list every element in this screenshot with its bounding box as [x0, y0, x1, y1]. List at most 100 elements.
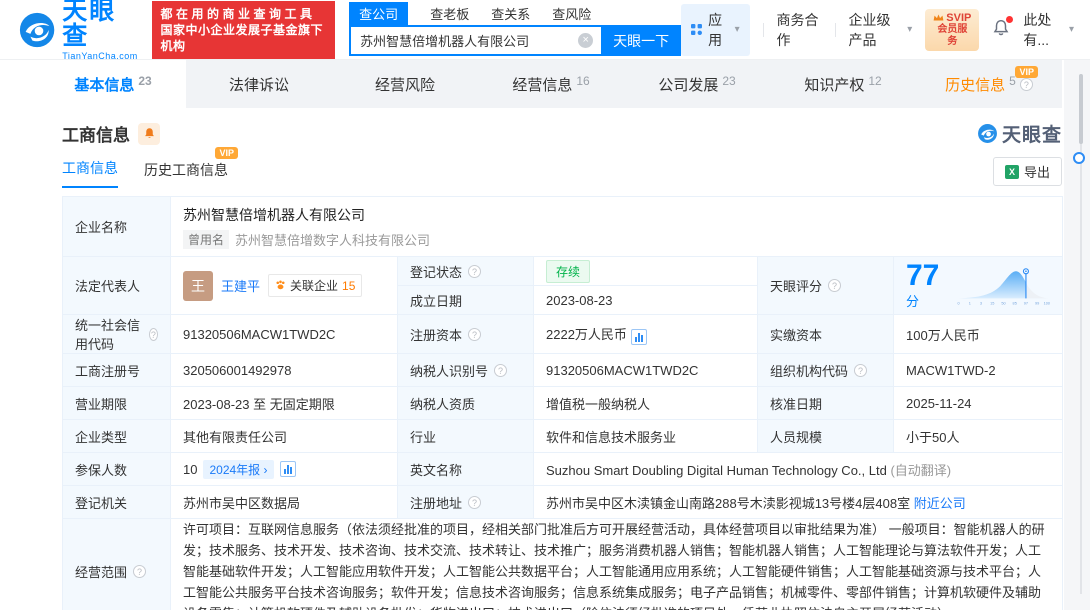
nearby-companies-link[interactable]: 附近公司: [914, 496, 966, 511]
reg-no-label: 工商注册号: [63, 354, 171, 387]
top-header: 天眼查 TianYanCha.com 都在用的商业查询工具 国家中小企业发展子基…: [0, 0, 1090, 60]
score-label: 天眼评分: [770, 276, 822, 295]
org-code-value: MACW1TWD-2: [894, 354, 1063, 387]
search-tab-risk[interactable]: 查风险: [552, 2, 591, 25]
tab-history-info[interactable]: VIP 历史信息5 ?: [916, 60, 1062, 108]
search-tab-company[interactable]: 查公司: [349, 2, 408, 25]
search-button[interactable]: 天眼一下: [601, 25, 681, 56]
watermark-logo: 天眼查: [977, 120, 1062, 147]
chevron-down-icon: ▾: [907, 24, 912, 35]
help-icon[interactable]: ?: [468, 265, 481, 278]
company-type-label: 企业类型: [63, 420, 171, 453]
tianyan-score[interactable]: 77 分: [906, 260, 1050, 312]
industry-value: 软件和信息技术服务业: [534, 420, 758, 453]
search-input[interactable]: [349, 25, 601, 56]
term-label: 营业期限: [63, 387, 171, 420]
subtab-business-info[interactable]: 工商信息: [62, 158, 118, 188]
org-code-label: 组织机构代码: [770, 361, 848, 380]
table-row: 企业类型 其他有限责任公司 行业 软件和信息技术服务业 人员规模 小于50人: [63, 420, 1063, 453]
tab-operating-risk[interactable]: 经营风险: [332, 60, 478, 108]
subtab-history-business-info[interactable]: VIP 历史工商信息: [144, 160, 228, 188]
reg-capital-value: 2222万人民币: [546, 327, 627, 342]
help-icon[interactable]: ?: [828, 279, 841, 292]
help-icon[interactable]: ?: [1020, 78, 1033, 91]
promo-line1: 都在用的商业查询工具: [161, 6, 327, 22]
company-type-value: 其他有限责任公司: [171, 420, 398, 453]
staff-size-value: 小于50人: [894, 420, 1063, 453]
scrollbar-thumb[interactable]: [1079, 74, 1083, 144]
svg-text:3: 3: [980, 300, 982, 305]
svg-text:1: 1: [969, 300, 971, 305]
capital-chart-icon[interactable]: [631, 329, 647, 345]
enterprise-product-menu[interactable]: 企业级产品 ▾: [848, 10, 912, 50]
apps-menu[interactable]: 应用 ▾: [681, 4, 749, 56]
taxpayer-quali-value: 增值税一般纳税人: [534, 387, 758, 420]
cooperation-link[interactable]: 商务合作: [776, 10, 821, 50]
help-icon[interactable]: ?: [468, 496, 481, 509]
vip-badge: VIP: [215, 147, 238, 159]
est-date-label: 成立日期: [398, 286, 534, 315]
svip-membership-button[interactable]: SVIP 会员服务: [925, 9, 979, 51]
svg-text:0: 0: [958, 300, 960, 305]
tab-operating-info[interactable]: 经营信息16: [478, 60, 624, 108]
insured-chart-icon[interactable]: [280, 461, 296, 477]
help-icon[interactable]: ?: [854, 364, 867, 377]
help-icon[interactable]: ?: [494, 364, 507, 377]
vip-badge: VIP: [1015, 66, 1038, 78]
reg-authority-label: 登记机关: [63, 486, 171, 519]
scope-label: 经营范围: [75, 562, 127, 581]
taxpayer-id-value: 91320506MACW1TWD2C: [534, 354, 758, 387]
tab-basic-info[interactable]: 基本信息23: [40, 60, 186, 108]
table-row: 登记机关 苏州市吴中区数据局 注册地址 ? 苏州市吴中区木渎镇金山南路288号木…: [63, 486, 1063, 519]
notification-bell-icon[interactable]: [992, 19, 1010, 40]
help-icon[interactable]: ?: [149, 328, 158, 341]
approval-date-value: 2025-11-24: [894, 387, 1063, 420]
reg-authority-value: 苏州市吴中区数据局: [171, 486, 398, 519]
score-distribution-chart: 0 1 3 15 50 85 97 99 100: [957, 260, 1050, 312]
uscc-label: 统一社会信用代码: [75, 315, 143, 353]
table-row: 统一社会信用代码 ? 91320506MACW1TWD2C 注册资本 ? 222…: [63, 315, 1063, 354]
apps-grid-icon: [691, 22, 702, 37]
section-title: 工商信息: [62, 121, 130, 146]
subscribe-bell-icon[interactable]: [138, 123, 160, 145]
former-name-badge: 曾用名: [183, 230, 229, 249]
search-tab-relation[interactable]: 查关系: [491, 2, 530, 25]
tab-intellectual-property[interactable]: 知识产权12: [770, 60, 916, 108]
search-tab-boss[interactable]: 查老板: [430, 2, 469, 25]
apps-label: 应用: [708, 10, 728, 50]
business-info-table: 企业名称 苏州智慧倍增机器人有限公司 曾用名 苏州智慧倍增数字人科技有限公司 法…: [62, 196, 1063, 610]
company-nav-tabs: 基本信息23 法律诉讼 经营风险 经营信息16 公司发展23 知识产权12 VI…: [40, 60, 1062, 108]
related-companies-badge[interactable]: 关联企业 15: [268, 274, 362, 297]
svg-text:50: 50: [1001, 300, 1005, 305]
en-name-note: (自动翻译): [890, 463, 951, 478]
table-row: 工商注册号 320506001492978 纳税人识别号 ? 91320506M…: [63, 354, 1063, 387]
logo-title: 天眼查: [62, 0, 139, 49]
export-button[interactable]: X 导出: [993, 157, 1062, 186]
feedback-widget-icon[interactable]: [1073, 152, 1085, 164]
excel-icon: X: [1005, 165, 1019, 179]
right-gutter: [1064, 60, 1090, 610]
tianyancha-logo[interactable]: 天眼查 TianYanCha.com: [18, 0, 140, 61]
legal-rep-link[interactable]: 王建平: [221, 276, 260, 295]
divider: [835, 23, 836, 37]
chevron-down-icon: ▾: [1069, 24, 1074, 35]
approval-date-label: 核准日期: [758, 387, 894, 420]
industry-label: 行业: [398, 420, 534, 453]
annual-report-link[interactable]: 2024年报 ›: [203, 460, 273, 479]
tab-legal-proceedings[interactable]: 法律诉讼: [186, 60, 332, 108]
company-name: 苏州智慧倍增机器人有限公司: [183, 205, 1050, 225]
divider: [763, 23, 764, 37]
tab-company-development[interactable]: 公司发展23: [624, 60, 770, 108]
user-account-menu[interactable]: 此处有... ▾: [1023, 10, 1074, 50]
help-icon[interactable]: ?: [133, 565, 146, 578]
promo-banner: 都在用的商业查询工具 国家中小企业发展子基金旗下机构: [152, 1, 336, 59]
reg-status-badge: 存续: [546, 260, 590, 283]
legal-rep-avatar[interactable]: 王: [183, 271, 213, 301]
help-icon[interactable]: ?: [468, 328, 481, 341]
reg-no-value: 320506001492978: [171, 354, 398, 387]
reg-status-label: 登记状态: [410, 262, 462, 281]
en-name-label: 英文名称: [398, 453, 534, 486]
address-value: 苏州市吴中区木渎镇金山南路288号木渎影视城13号楼4层408室: [546, 496, 910, 511]
svg-text:15: 15: [990, 300, 994, 305]
header-menu: 应用 ▾ 商务合作 企业级产品 ▾ SVIP 会员服务: [681, 4, 1090, 56]
